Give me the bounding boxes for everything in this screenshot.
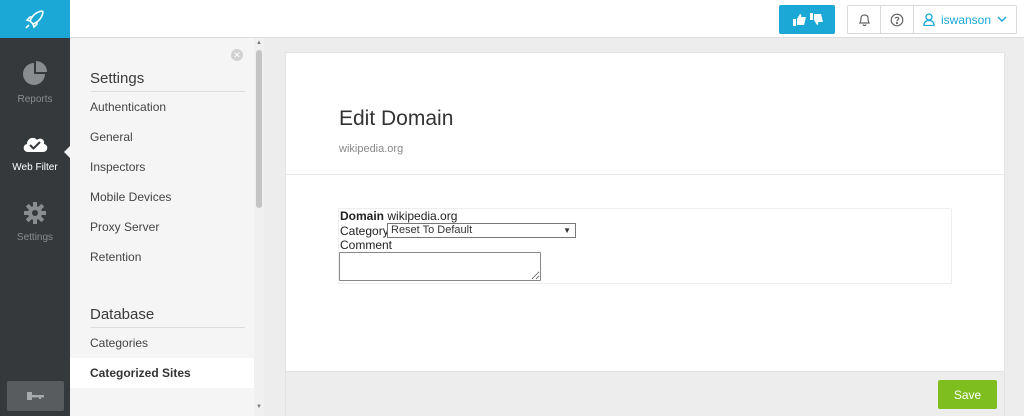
user-menu[interactable]: iswanson <box>914 6 1016 33</box>
comment-label: Comment <box>340 238 393 252</box>
nav-label: Reports <box>17 93 53 105</box>
nav-web-filter[interactable]: Web Filter <box>0 118 70 186</box>
sidebar-item-authentication[interactable]: Authentication <box>70 92 254 122</box>
nav-label: Web Filter <box>12 161 58 173</box>
gear-icon <box>24 201 46 224</box>
app-logo[interactable] <box>0 0 70 38</box>
comment-textarea[interactable] <box>339 252 541 281</box>
left-nav: Reports Web Filter Settings <box>0 38 70 416</box>
sidebar-item-categorized-sites[interactable]: Categorized Sites <box>70 358 254 388</box>
rocket-icon <box>25 10 44 29</box>
database-heading: Database <box>90 306 245 328</box>
category-label: Category <box>340 224 389 238</box>
scroll-down-icon[interactable]: ▼ <box>255 404 263 412</box>
chevron-down-icon <box>997 16 1007 23</box>
domain-value: wikipedia.org <box>387 209 458 223</box>
user-name: iswanson <box>941 12 992 27</box>
feedback-button[interactable] <box>779 5 835 34</box>
notifications-button[interactable] <box>848 6 881 33</box>
edit-domain-panel: Edit Domain wikipedia.org Domain wikiped… <box>285 52 1005 416</box>
sidebar-item-retention[interactable]: Retention <box>70 242 254 272</box>
edit-domain-form: Domain wikipedia.org Category Reset To D… <box>338 208 952 284</box>
divider <box>286 174 1004 175</box>
sidebar-item-mobile-devices[interactable]: Mobile Devices <box>70 182 254 212</box>
page-subtitle: wikipedia.org <box>339 143 404 155</box>
panel-footer: Save <box>286 371 1004 416</box>
close-icon: ✕ <box>233 49 241 60</box>
close-sidebar-button[interactable]: ✕ <box>231 49 243 61</box>
page-title: Edit Domain <box>339 107 454 130</box>
key-icon <box>26 392 44 400</box>
nav-reports[interactable]: Reports <box>0 48 70 116</box>
scroll-up-icon[interactable]: ▲ <box>255 40 263 48</box>
settings-heading: Settings <box>90 70 245 92</box>
collapse-nav-button[interactable] <box>7 381 64 411</box>
settings-sidebar: ✕ Settings Authentication General Inspec… <box>70 38 254 416</box>
sidebar-item-proxy-server[interactable]: Proxy Server <box>70 212 254 242</box>
user-icon <box>923 13 935 26</box>
sidebar-item-categories[interactable]: Categories <box>70 328 254 358</box>
cloud-check-icon <box>23 137 48 152</box>
nav-settings[interactable]: Settings <box>0 188 70 256</box>
bell-icon <box>858 13 870 26</box>
pie-chart-icon <box>23 60 47 85</box>
category-select[interactable]: Reset To Default ▼ <box>387 223 576 238</box>
sidebar-item-inspectors[interactable]: Inspectors <box>70 152 254 182</box>
category-selected-value: Reset To Default <box>391 224 473 236</box>
top-actions: iswanson <box>847 5 1017 34</box>
thumbs-up-icon <box>792 14 806 26</box>
sidebar-item-general[interactable]: General <box>70 122 254 152</box>
save-button[interactable]: Save <box>938 380 997 409</box>
top-bar: iswanson <box>70 0 1024 38</box>
domain-label: Domain <box>340 209 385 223</box>
sidebar-scroll-thumb[interactable] <box>256 50 262 208</box>
help-icon <box>890 13 904 26</box>
domain-row: Domain wikipedia.org <box>340 209 457 223</box>
thumbs-down-icon <box>809 13 823 25</box>
help-button[interactable] <box>881 6 914 33</box>
dropdown-arrow-icon: ▼ <box>563 226 571 235</box>
nav-label: Settings <box>16 231 54 243</box>
